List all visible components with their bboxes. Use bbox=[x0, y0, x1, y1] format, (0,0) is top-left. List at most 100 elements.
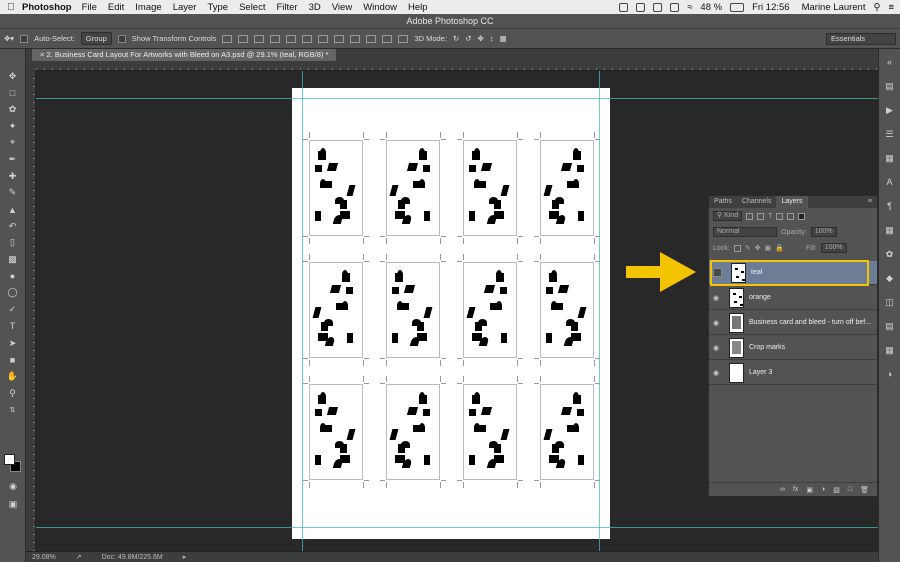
rectangle-tool[interactable]: ■ bbox=[6, 353, 20, 367]
brush-tool[interactable]: ✎ bbox=[6, 186, 20, 200]
move-tool[interactable]: ✥ bbox=[6, 69, 20, 83]
adjustment-layer-icon[interactable]: ◑ bbox=[821, 486, 825, 493]
link-layers-icon[interactable]: ∞ bbox=[780, 486, 785, 493]
document-tab[interactable]: × 2. Business Card Layout For Artworks w… bbox=[32, 49, 337, 61]
drive-icon[interactable] bbox=[636, 2, 646, 12]
lock-position-icon[interactable]: ✥ bbox=[755, 244, 761, 252]
menu-filter[interactable]: Filter bbox=[276, 2, 297, 13]
lock-all-icon[interactable]: 🔒 bbox=[775, 244, 784, 252]
delete-layer-icon[interactable]: 🗑 bbox=[860, 486, 869, 494]
menu-3d[interactable]: 3D bbox=[309, 2, 321, 13]
layer-row-orange[interactable]: ◉ orange bbox=[709, 286, 877, 310]
menu-help[interactable]: Help bbox=[408, 2, 428, 13]
bluetooth-icon[interactable] bbox=[670, 2, 680, 12]
eraser-tool[interactable]: ▯ bbox=[6, 236, 20, 250]
guide-vertical-right[interactable] bbox=[599, 71, 600, 551]
3d-slide-icon[interactable]: ↕ bbox=[490, 34, 494, 43]
auto-select-dropdown[interactable]: Group bbox=[80, 32, 112, 45]
dropbox-icon[interactable] bbox=[619, 2, 629, 12]
ruler-corner[interactable] bbox=[26, 61, 36, 71]
share-icon[interactable]: ↗ bbox=[76, 553, 82, 561]
3d-rotate-icon[interactable]: ↻ bbox=[453, 34, 459, 43]
panel-menu-icon[interactable]: ≡ bbox=[863, 196, 877, 208]
align-middle-icon[interactable] bbox=[238, 34, 249, 43]
eye-icon[interactable]: ◉ bbox=[709, 319, 723, 327]
lock-artboard-icon[interactable]: ▣ bbox=[764, 244, 771, 252]
distribute-left-icon[interactable] bbox=[366, 34, 377, 43]
screen-mode-icon[interactable]: ▣ bbox=[6, 497, 20, 511]
lock-transparent-icon[interactable] bbox=[733, 244, 741, 252]
brush-settings-icon[interactable]: ▦ bbox=[883, 151, 897, 165]
zoom-level[interactable]: 29.08% bbox=[32, 554, 56, 561]
blur-tool[interactable]: ● bbox=[6, 269, 20, 283]
paragraph-panel-icon[interactable]: ¶ bbox=[883, 199, 897, 213]
add-mask-icon[interactable]: ▣ bbox=[806, 486, 813, 494]
filter-kind-dropdown[interactable]: ⚲ Kind bbox=[713, 211, 743, 221]
align-left-icon[interactable] bbox=[270, 34, 281, 43]
hand-tool[interactable]: ✋ bbox=[6, 369, 20, 383]
filter-adjustment-icon[interactable] bbox=[757, 212, 765, 220]
tab-paths[interactable]: Paths bbox=[709, 196, 737, 208]
layer-row-crop-marks[interactable]: ◉ Crop marks bbox=[709, 336, 877, 360]
eye-icon[interactable]: ◉ bbox=[709, 369, 723, 377]
layer-style-icon[interactable]: fx bbox=[793, 486, 798, 493]
distribute-right-icon[interactable] bbox=[398, 34, 409, 43]
align-right-icon[interactable] bbox=[302, 34, 313, 43]
menu-edit[interactable]: Edit bbox=[108, 2, 124, 13]
pen-tool[interactable]: ✓ bbox=[6, 303, 20, 317]
swap-colors-icon[interactable]: ⇅ bbox=[6, 403, 20, 417]
crop-tool[interactable]: ⌖ bbox=[6, 136, 20, 150]
menu-list-icon[interactable]: ≡ bbox=[888, 2, 894, 13]
3d-scale-icon[interactable]: ▦ bbox=[500, 34, 507, 43]
history-panel-icon[interactable]: ▤ bbox=[883, 79, 897, 93]
layer-row-business-card[interactable]: ◉ Business card and bleed - turn off bef… bbox=[709, 311, 877, 335]
auto-select-checkbox[interactable] bbox=[20, 34, 29, 43]
menu-file[interactable]: File bbox=[82, 2, 97, 13]
layer-name[interactable]: Layer 3 bbox=[749, 369, 772, 376]
search-icon[interactable]: ⚲ bbox=[873, 2, 880, 13]
type-tool[interactable]: T bbox=[6, 319, 20, 333]
collapse-panels-icon[interactable]: « bbox=[883, 55, 897, 69]
apple-icon[interactable]:  bbox=[0, 2, 22, 13]
eye-icon[interactable]: ◉ bbox=[709, 344, 723, 352]
lasso-tool[interactable]: ✿ bbox=[6, 102, 20, 116]
layer-name[interactable]: orange bbox=[749, 294, 771, 301]
wifi-icon[interactable]: ≈ bbox=[687, 2, 692, 13]
play-actions-icon[interactable]: ▶ bbox=[883, 103, 897, 117]
menu-view[interactable]: View bbox=[332, 2, 352, 13]
document-size[interactable]: Doc: 49.8M/225.6M bbox=[102, 554, 163, 561]
filter-smart-object-icon[interactable] bbox=[787, 212, 795, 220]
close-tab-icon[interactable]: × bbox=[40, 50, 44, 59]
filter-type-icon[interactable]: T bbox=[768, 213, 772, 220]
filter-toggle-icon[interactable] bbox=[798, 212, 806, 220]
3d-pan-icon[interactable]: ✥ bbox=[478, 34, 484, 43]
clone-stamp-tool[interactable]: ▲ bbox=[6, 203, 20, 217]
vertical-ruler[interactable] bbox=[26, 71, 36, 551]
menu-layer[interactable]: Layer bbox=[173, 2, 197, 13]
new-group-icon[interactable]: ▧ bbox=[833, 486, 840, 494]
guide-horizontal-bottom[interactable] bbox=[36, 527, 878, 528]
menu-window[interactable]: Window bbox=[363, 2, 397, 13]
menu-app-name[interactable]: Photoshop bbox=[22, 2, 72, 13]
align-top-icon[interactable] bbox=[222, 34, 233, 43]
quick-select-tool[interactable]: ✦ bbox=[6, 119, 20, 133]
horizontal-ruler[interactable] bbox=[36, 61, 878, 71]
distribute-bottom-icon[interactable] bbox=[350, 34, 361, 43]
menu-select[interactable]: Select bbox=[239, 2, 265, 13]
menu-type[interactable]: Type bbox=[207, 2, 228, 13]
status-menu-icon[interactable]: ▸ bbox=[183, 553, 187, 561]
marquee-tool[interactable]: □ bbox=[6, 86, 20, 100]
quick-mask-icon[interactable]: ◉ bbox=[6, 479, 20, 493]
swatches-icon[interactable]: ▦ bbox=[883, 343, 897, 357]
lock-image-icon[interactable]: ✎ bbox=[745, 244, 751, 252]
distribute-center-icon[interactable] bbox=[382, 34, 393, 43]
properties-panel-icon[interactable]: ☰ bbox=[883, 127, 897, 141]
character-panel-icon[interactable]: A bbox=[883, 175, 897, 189]
path-select-tool[interactable]: ➤ bbox=[6, 336, 20, 350]
color-panel-icon[interactable]: ✿ bbox=[883, 247, 897, 261]
eye-icon[interactable]: ◉ bbox=[709, 294, 723, 302]
layer-name[interactable]: Crop marks bbox=[749, 344, 785, 351]
layers-panel-icon[interactable]: ◆ bbox=[883, 271, 897, 285]
user-name[interactable]: Marine Laurent bbox=[802, 2, 866, 13]
sync-icon[interactable] bbox=[653, 2, 663, 12]
